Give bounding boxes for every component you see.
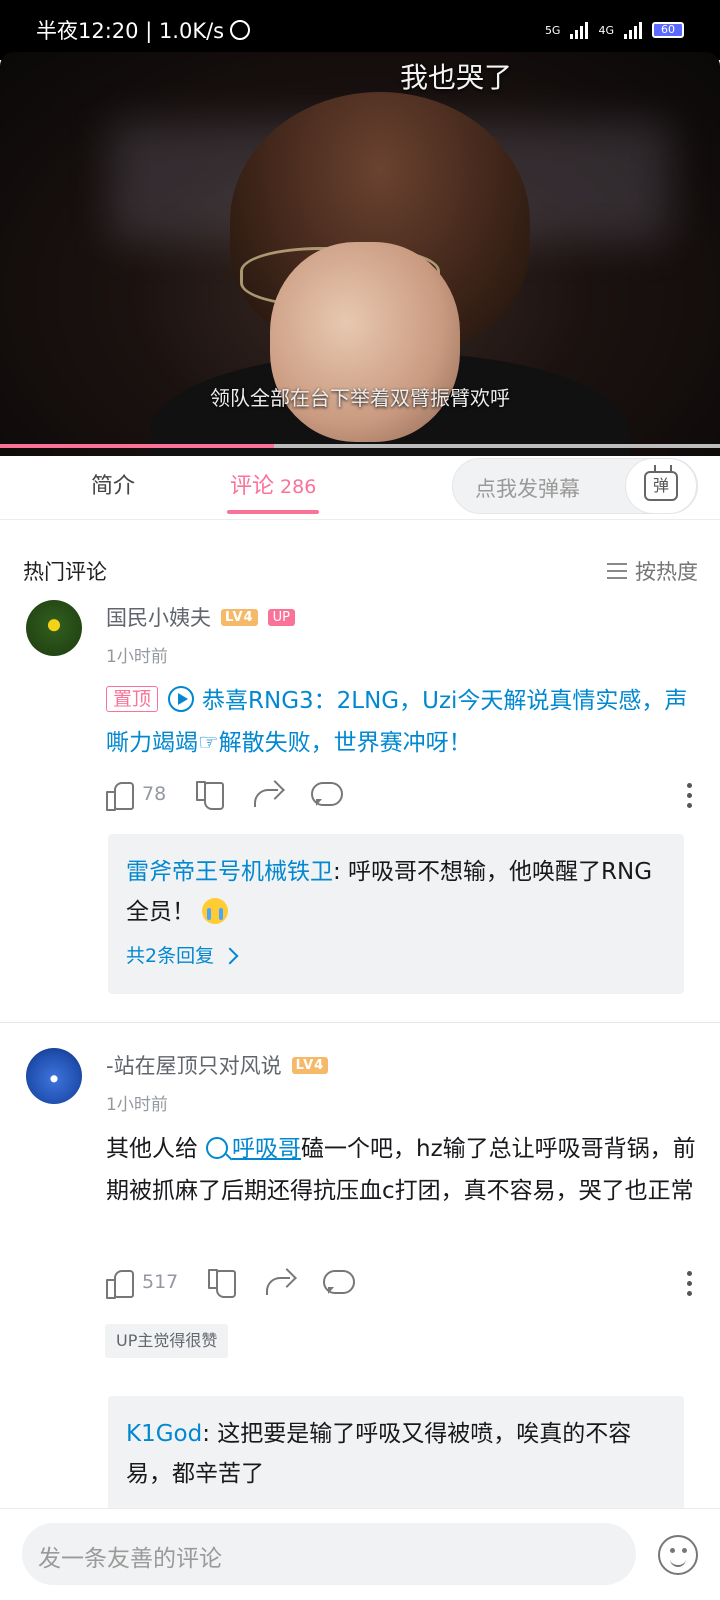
sort-button[interactable]: 按热度 [607, 556, 698, 586]
comment-time: 1小时前 [106, 1095, 168, 1115]
up-liked-badge: UP主觉得很赞 [105, 1324, 229, 1358]
comment-username[interactable]: 国民小姨夫 [106, 602, 211, 632]
signal-icon [570, 21, 589, 39]
share-icon [252, 779, 282, 809]
reply-content: : 这把要是输了呼吸又得被喷，唉真的不容易，都辛苦了 [126, 1421, 632, 1487]
thumbs-down-icon [194, 779, 225, 810]
view-replies-link[interactable]: 共2条回复 [126, 936, 666, 976]
share-button[interactable] [264, 1267, 294, 1297]
thumbs-down-icon [206, 1267, 237, 1298]
reply-button[interactable] [322, 1267, 356, 1297]
comment-username-row: -站在屋顶只对风说 LV4 [106, 1050, 329, 1080]
signal-icon-2 [624, 21, 642, 39]
emoji-icon[interactable] [658, 1535, 698, 1575]
tab-comments-count: 286 [280, 476, 317, 498]
more-options-icon[interactable] [674, 780, 704, 810]
video-subtitle: 领队全部在台下举着双臂振臂欢呼 [210, 386, 510, 410]
avatar[interactable] [26, 1048, 82, 1104]
tab-comments[interactable]: 评论 286 [230, 468, 316, 500]
net-4g-label: 4G [598, 23, 614, 37]
comment-actions: 517 [104, 1266, 704, 1299]
pinned-badge: 置顶 [106, 686, 159, 712]
net-5g-label: 5G [544, 23, 561, 37]
search-keyword-link[interactable]: 呼吸哥 [232, 1136, 301, 1162]
level-badge: LV4 [291, 1056, 329, 1074]
video-caption-top: 我也哭了 [400, 61, 513, 94]
status-bar: 半夜12:20 | 1.0K/s 5G 4G 60 [0, 0, 720, 60]
share-button[interactable] [252, 779, 282, 809]
reply-text: K1God: 这把要是输了呼吸又得被喷，唉真的不容易，都辛苦了 [126, 1414, 666, 1494]
reply-author[interactable]: K1God [126, 1421, 202, 1447]
battery-icon: 60 [652, 22, 684, 38]
tab-active-indicator [227, 510, 319, 514]
danmaku-placeholder: 点我发弹幕 [475, 477, 580, 501]
like-button[interactable]: 78 [104, 779, 167, 811]
tab-bar: 简介 评论 286 点我发弹幕 弹 [0, 448, 720, 520]
danmaku-toggle-button[interactable]: 弹 [625, 458, 697, 514]
play-icon [168, 686, 195, 712]
danmaku-input[interactable]: 点我发弹幕 弹 [452, 458, 698, 514]
comment-bubble-icon [310, 779, 344, 809]
comment-input-placeholder: 发一条友善的评论 [38, 1546, 222, 1572]
hot-comments-title: 热门评论 [23, 560, 107, 584]
reply-preview[interactable]: K1God: 这把要是输了呼吸又得被喷，唉真的不容易，都辛苦了 [108, 1396, 684, 1512]
comment-actions: 78 [104, 778, 704, 811]
reply-author[interactable]: 雷斧帝王号机械铁卫 [126, 859, 333, 885]
comment-input-bar: 发一条友善的评论 [0, 1508, 720, 1600]
reply-preview[interactable]: 雷斧帝王号机械铁卫: 呼吸哥不想输，他唤醒了RNG全员！ 共2条回复 [108, 834, 684, 994]
like-count: 517 [142, 1271, 179, 1293]
sort-label: 按热度 [635, 560, 698, 584]
comment-text: 其他人给 呼吸哥磕一个吧，hz输了总让呼吸哥背锅，前期被抓麻了后期还得抗压血c打团… [106, 1128, 696, 1212]
comment-username[interactable]: -站在屋顶只对风说 [106, 1050, 282, 1080]
tab-intro[interactable]: 简介 [91, 468, 135, 500]
search-icon [206, 1137, 228, 1159]
danmaku-icon: 弹 [644, 471, 678, 501]
menu-icon [607, 563, 627, 579]
divider [0, 1022, 720, 1023]
comment-text-before: 其他人给 [106, 1136, 198, 1162]
comment-text: 置顶 恭喜RNG3：2LNG，Uzi今天解说真情实感，声嘶力竭竭☞解散失败，世界赛… [106, 680, 696, 764]
video-player[interactable]: 我也哭了 领队全部在台下举着双臂振臂欢呼 [0, 52, 720, 456]
like-count: 78 [142, 783, 167, 805]
comment-time: 1小时前 [106, 647, 168, 667]
avatar[interactable] [26, 600, 82, 656]
reply-button[interactable] [310, 779, 344, 809]
dislike-button[interactable] [194, 779, 225, 810]
alarm-icon [230, 20, 251, 40]
up-badge: UP [267, 608, 295, 626]
thumbs-up-icon [104, 779, 134, 811]
tab-comments-label: 评论 [230, 474, 275, 499]
reply-text: 雷斧帝王号机械铁卫: 呼吸哥不想输，他唤醒了RNG全员！ [126, 852, 666, 932]
thumbs-up-icon [104, 1267, 134, 1299]
comment-username-row: 国民小姨夫 LV4 UP [106, 602, 295, 632]
more-options-icon[interactable] [674, 1268, 704, 1298]
comment-bubble-icon [322, 1267, 356, 1297]
status-time-speed: 半夜12:20 | 1.0K/s [36, 19, 225, 43]
chevron-right-icon [221, 947, 239, 965]
dislike-button[interactable] [206, 1267, 237, 1298]
level-badge: LV4 [221, 608, 258, 626]
view-replies-label: 共2条回复 [126, 945, 215, 967]
share-icon [264, 1267, 294, 1297]
like-button[interactable]: 517 [104, 1267, 179, 1299]
crying-emoji-icon [202, 898, 229, 924]
comment-input[interactable]: 发一条友善的评论 [22, 1523, 636, 1585]
